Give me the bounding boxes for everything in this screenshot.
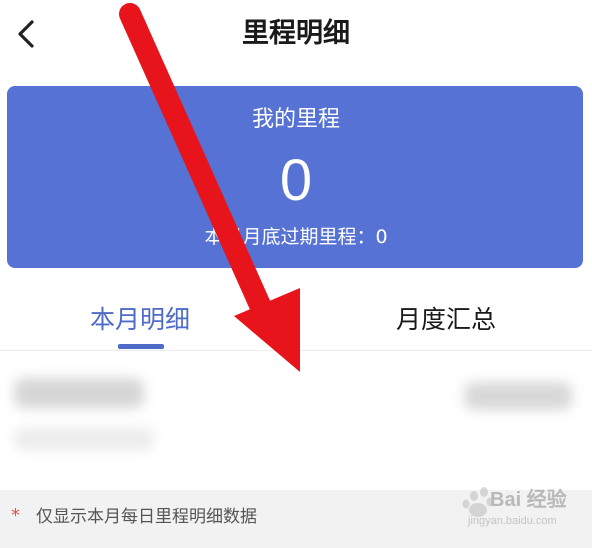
blurred-item-title <box>14 378 144 408</box>
tab-current-month-detail[interactable]: 本月明细 <box>40 300 240 340</box>
tab-monthly-summary[interactable]: 月度汇总 <box>346 300 546 340</box>
page-title: 里程明细 <box>242 18 350 49</box>
footer-note-text: 仅显示本月每日里程明细数据 <box>36 507 257 527</box>
blurred-item-value <box>464 382 572 410</box>
watermark-url: jingyan.baidu.com <box>468 515 557 527</box>
tab-divider <box>0 350 592 351</box>
mileage-value: 0 <box>279 148 313 213</box>
tab-active-indicator <box>118 344 164 349</box>
asterisk-icon: * <box>11 505 20 526</box>
card-title: 我的里程 <box>251 107 340 132</box>
watermark-brand: Bai 经验 <box>490 489 567 511</box>
blurred-item-subtitle <box>14 428 154 450</box>
expiring-mileage-label: 本月月底过期里程：0 <box>204 226 388 248</box>
